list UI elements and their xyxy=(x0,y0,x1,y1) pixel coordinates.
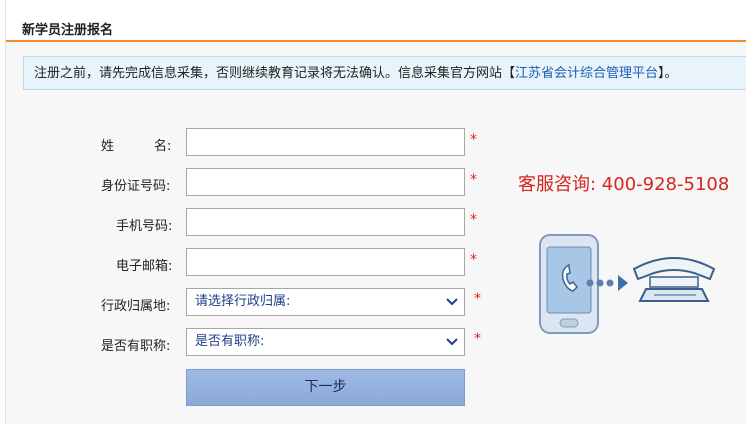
id-label: 身份证号码: xyxy=(101,179,171,194)
page-header: 新学员注册报名 xyxy=(6,0,746,42)
phone-required-mark: * xyxy=(470,212,477,228)
customer-service-hotline: 客服咨询: 400-928-5108 xyxy=(518,174,730,195)
notice-text: 注册之前，请先完成信息采集，否则继续教育记录将无法确认。信息采集官方网站 xyxy=(34,66,503,81)
name-label-last: 名: xyxy=(154,139,172,154)
phone-call-illustration xyxy=(539,234,716,334)
next-step-button[interactable]: 下一步 xyxy=(186,369,465,406)
region-label: 行政归属地: xyxy=(101,299,171,314)
page-title: 新学员注册报名 xyxy=(22,23,114,38)
name-label-first: 姓 xyxy=(101,139,115,154)
info-notice: 注册之前，请先完成信息采集，否则继续教育记录将无法确认。信息采集官方网站【江苏省… xyxy=(23,56,746,90)
region-required-mark: * xyxy=(474,291,481,307)
id-required-mark: * xyxy=(470,172,477,188)
title-select[interactable]: 是否有职称: xyxy=(186,328,465,356)
chevron-down-icon xyxy=(446,298,458,306)
title-label: 是否有职称: xyxy=(101,339,171,354)
email-input[interactable] xyxy=(186,248,465,276)
platform-link[interactable]: 江苏省会计综合管理平台 xyxy=(515,66,658,81)
telephone-handset-icon xyxy=(632,257,716,302)
chevron-down-icon xyxy=(446,338,458,346)
name-label: 姓 名: xyxy=(101,135,183,154)
phone-input[interactable] xyxy=(186,208,465,236)
name-required-mark: * xyxy=(470,132,477,148)
registration-panel: 新学员注册报名 注册之前，请先完成信息采集，否则继续教育记录将无法确认。信息采集… xyxy=(5,0,746,424)
notice-bracket-open: 【 xyxy=(502,66,516,81)
name-input[interactable] xyxy=(186,128,465,156)
email-required-mark: * xyxy=(470,252,477,268)
notice-bracket-close: 】。 xyxy=(658,66,678,81)
id-number-input[interactable] xyxy=(186,168,465,196)
region-select-value: 请选择行政归属: xyxy=(195,294,291,309)
title-select-value: 是否有职称: xyxy=(195,334,265,349)
title-required-mark: * xyxy=(474,331,481,347)
region-select[interactable]: 请选择行政归属: xyxy=(186,288,465,316)
